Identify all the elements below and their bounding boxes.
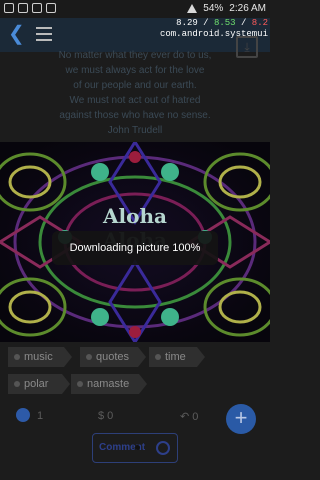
like-count: 1: [37, 410, 44, 422]
quote-line: of our people and our earth.: [73, 80, 197, 91]
cpu-load-3: 8.2: [251, 18, 268, 28]
notification-icons: [4, 3, 56, 13]
notification-icon: [46, 3, 56, 13]
tag-time[interactable]: time: [149, 347, 205, 367]
quote-line: against those who have no sense.: [59, 110, 211, 121]
image-caption: Aloha: [103, 204, 167, 228]
status-bar: 54% 2:26 AM: [0, 0, 270, 18]
download-toast: Downloading picture 100%: [52, 231, 218, 265]
tag-music[interactable]: music: [8, 347, 72, 367]
repost-count-value: 0: [192, 411, 199, 423]
like-icon[interactable]: [16, 408, 30, 422]
cpu-load-2: 8.53: [213, 18, 236, 28]
quote-author: John Trudell: [107, 125, 163, 136]
tag-namaste[interactable]: namaste: [71, 374, 147, 394]
tag-polar[interactable]: polar: [8, 374, 70, 394]
quote-line: We must not act out of hatred: [69, 95, 201, 106]
quote-text: No matter what they ever do to us, we mu…: [0, 48, 270, 138]
status-right: 54% 2:26 AM: [187, 3, 266, 14]
touch-indicator: [135, 445, 140, 450]
back-arrow-icon[interactable]: ❮: [8, 24, 28, 44]
repost-count[interactable]: ↶ 0: [180, 410, 198, 423]
tip-amount[interactable]: $ 0: [98, 410, 113, 422]
battery-level: 54%: [203, 3, 224, 14]
notification-icon: [18, 3, 28, 13]
signal-icon: [187, 4, 198, 13]
hamburger-menu-icon[interactable]: [36, 27, 52, 41]
comment-button[interactable]: Comment: [92, 433, 178, 463]
clock: 2:26 AM: [229, 3, 266, 14]
quote-line: No matter what they ever do to us,: [58, 50, 212, 61]
cpu-load-1: 8.29: [176, 18, 198, 28]
notification-icon: [32, 3, 42, 13]
repost-icon: ↶: [180, 411, 190, 423]
notification-icon: [4, 3, 14, 13]
add-button[interactable]: +: [226, 404, 256, 434]
tag-quotes[interactable]: quotes: [80, 347, 146, 367]
comment-icon: [156, 441, 170, 455]
quote-line: we must always act for the love: [65, 65, 205, 76]
